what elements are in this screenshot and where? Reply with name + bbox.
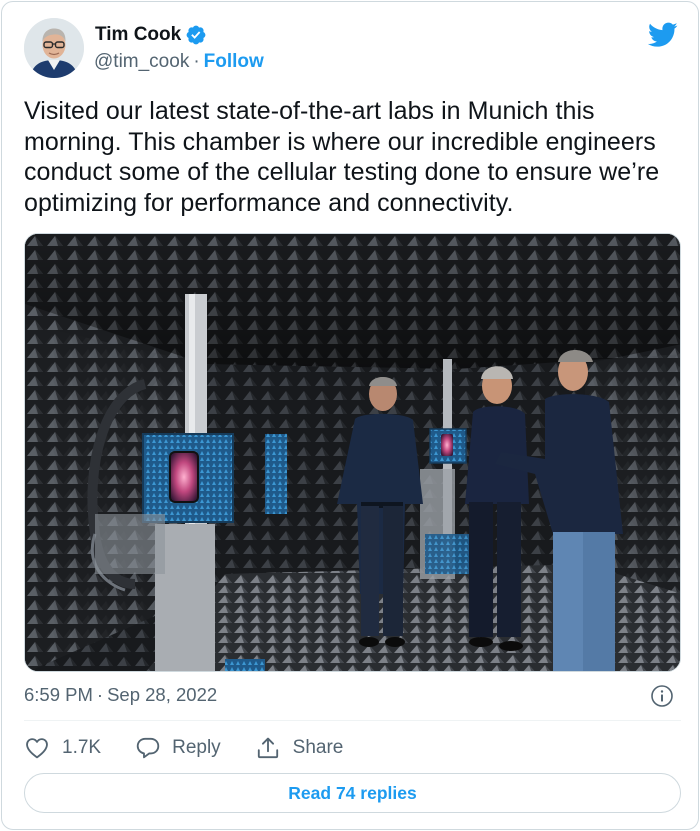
author-handle-row: @tim_cook · Follow [94,51,264,73]
tweet-photo[interactable] [24,233,681,672]
share-label: Share [292,737,344,758]
verified-badge-icon [186,25,206,45]
timestamp-separator: · [96,684,104,705]
reply-button[interactable]: Reply [135,735,221,761]
avatar[interactable] [24,18,84,78]
twitter-bird-icon[interactable] [648,22,678,48]
handle-separator: · [193,51,200,72]
author-handle[interactable]: @tim_cook [94,51,189,72]
share-button[interactable]: Share [255,735,344,761]
share-upload-icon [257,737,278,759]
tweet-timestamp[interactable]: 6:59 PM · Sep 28, 2022 [24,684,217,706]
reply-label: Reply [172,737,221,758]
author-display-name[interactable]: Tim Cook [95,24,181,46]
follow-link[interactable]: Follow [204,51,264,72]
tweet-date: Sep 28, 2022 [107,684,218,705]
heart-icon [26,738,48,759]
info-icon[interactable] [650,684,674,708]
tweet-text: Visited our latest state-of-the-art labs… [24,97,660,217]
speech-bubble-icon [136,737,160,759]
tweet-time: 6:59 PM [24,684,93,705]
like-count: 1.7K [62,737,102,758]
meta-divider [24,720,681,721]
author-name-row: Tim Cook [95,24,207,46]
read-replies-button[interactable]: Read 74 replies [24,773,681,813]
like-button[interactable]: 1.7K [24,735,101,761]
tweet-card: Tim Cook @tim_cook · Follow Visited our la… [1,1,699,830]
tweet-actions: 1.7K Reply Share [24,734,377,762]
